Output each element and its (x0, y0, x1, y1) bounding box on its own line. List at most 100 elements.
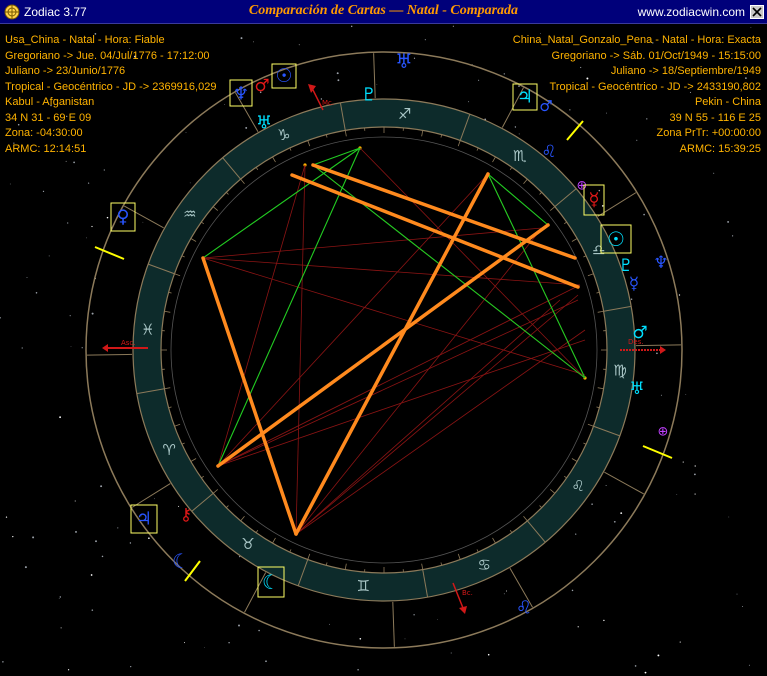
star (75, 530, 77, 533)
star (727, 220, 730, 223)
uranus-icon[interactable]: ♅ (256, 113, 272, 134)
jupiter-2-icon[interactable]: ♃ (136, 509, 152, 530)
app-name: Zodiac 3.77 (24, 5, 87, 19)
website-link[interactable]: www.zodiacwin.com (638, 5, 745, 19)
star (91, 609, 94, 611)
star (258, 629, 260, 632)
aspect-line (217, 164, 306, 467)
star (60, 627, 62, 629)
star (478, 79, 480, 81)
right-info-line: 39 N 55 - 116 E 25 (669, 111, 761, 124)
star (404, 638, 406, 640)
neptune-2-icon[interactable]: ♆ (653, 253, 668, 273)
degree-tick (344, 563, 347, 570)
leo-node-2-icon[interactable]: ♌ (516, 598, 532, 619)
degree-tick (240, 515, 245, 522)
sun-2-icon[interactable]: ☉ (607, 227, 625, 251)
left-info-line: Tropical - Geocéntrico - JD -> 2369916,0… (5, 80, 217, 93)
mars-3-icon[interactable]: ♂ (632, 323, 647, 343)
house-cusp-line (604, 471, 645, 495)
capricorn-icon: ♑ (277, 126, 290, 144)
star (9, 183, 11, 185)
star (350, 25, 353, 28)
degree-tick (255, 529, 259, 533)
venus-icon[interactable]: ♀ (116, 207, 129, 228)
star (413, 57, 416, 59)
star (5, 516, 8, 518)
uranus-3-icon[interactable]: ♅ (629, 379, 644, 399)
star (59, 596, 62, 598)
degree-tick (509, 529, 513, 533)
sun-icon[interactable]: ☉ (275, 65, 292, 87)
star (21, 347, 23, 349)
degree-tick (597, 310, 604, 313)
star (613, 520, 616, 523)
star (130, 665, 132, 668)
star (86, 237, 87, 239)
aspect-line (295, 164, 306, 535)
degree-tick (307, 553, 311, 560)
aquarius-icon: ♒ (183, 205, 196, 223)
star (679, 641, 681, 643)
chiron-icon[interactable]: ⚷ (180, 505, 192, 525)
star (142, 221, 144, 223)
left-info-line: Juliano -> 23/Junio/1776 (5, 65, 126, 77)
degree-tick (476, 549, 479, 553)
part-of-fortune-icon[interactable]: ⊕ (577, 179, 588, 194)
star (129, 542, 132, 544)
degree-tick (539, 505, 542, 508)
degree-tick (457, 140, 461, 147)
degree-tick (289, 147, 292, 151)
degree-tick (421, 130, 424, 137)
mercury-icon[interactable]: ☿ (629, 274, 639, 294)
pisces-icon: ♓ (141, 320, 154, 338)
degree-tick (289, 549, 292, 553)
virgo-icon: ♍ (613, 362, 626, 380)
cancer-icon: ♋ (477, 556, 490, 574)
close-button[interactable] (750, 5, 764, 19)
zodiac-app-icon[interactable] (4, 4, 20, 20)
star (577, 626, 579, 628)
mc-arrow-icon (308, 84, 316, 93)
part-of-fortune-2-icon[interactable]: ⊕ (658, 425, 669, 440)
degree-tick (190, 458, 197, 462)
aspect-line (295, 329, 586, 535)
star (298, 44, 300, 46)
aspect-line (201, 256, 298, 536)
aspect-line (202, 257, 581, 286)
degree-tick (563, 221, 567, 225)
moon-2-icon[interactable]: ☾ (172, 549, 190, 573)
uranus-outer-icon[interactable]: ♅ (395, 49, 413, 73)
left-chart-info: Usa_China - Natal - Hora: Fiable Gregori… (5, 33, 216, 157)
star (450, 652, 452, 654)
degree-tick (587, 423, 594, 427)
degree-tick (509, 167, 513, 171)
house-cusp-line (392, 601, 395, 647)
degree-tick (563, 475, 567, 479)
star (731, 235, 734, 237)
pluto-icon[interactable]: ♇ (361, 85, 377, 106)
degree-tick (492, 156, 496, 163)
degree-tick (174, 273, 181, 277)
degree-tick (255, 167, 259, 171)
neptune-icon[interactable]: ♆ (233, 84, 249, 105)
degree-tick (583, 255, 587, 258)
star (424, 39, 426, 41)
house-cusp-line (597, 192, 637, 217)
house-marker (94, 246, 125, 260)
aspect-line (217, 147, 361, 467)
pluto-2-icon[interactable]: ♇ (618, 256, 633, 276)
moon-icon[interactable]: ☾ (262, 570, 280, 594)
mercury-2-icon[interactable]: ☿ (588, 190, 599, 211)
star (69, 315, 71, 317)
chart-axes: Asc. Des. Mc. Bc. (102, 84, 666, 614)
degree-tick (181, 442, 185, 445)
mars-icon[interactable]: ♂ (254, 76, 269, 96)
degree-tick (164, 387, 171, 390)
star (693, 473, 696, 476)
degree-tick (597, 387, 604, 390)
right-info-line: Zona PrTr: +00:00:00 (656, 127, 761, 139)
star (265, 660, 267, 663)
star (90, 574, 93, 576)
star (503, 593, 505, 595)
